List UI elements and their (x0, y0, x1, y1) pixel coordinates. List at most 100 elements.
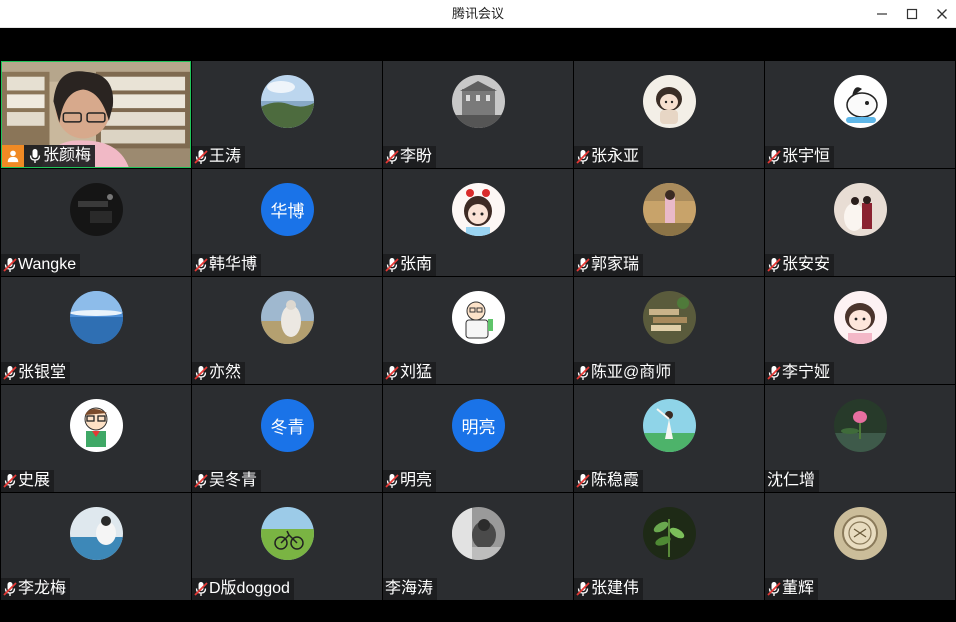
participant-name: 张建伟 (591, 580, 640, 597)
participant-name-tag: 韩华博 (192, 254, 262, 276)
participant-tile[interactable]: 李盼 (383, 61, 573, 168)
microphone-muted-icon (576, 258, 590, 272)
minimize-icon (877, 13, 887, 15)
meeting-bottom-bar (0, 601, 956, 622)
participant-name-tag: 吴冬青 (192, 470, 262, 492)
participant-name: 张永亚 (591, 148, 640, 165)
participant-name: 韩华博 (209, 256, 258, 273)
participant-name-tag: 史展 (1, 470, 55, 492)
participant-avatar-initials: 明亮 (452, 399, 505, 452)
microphone-muted-icon (194, 582, 208, 596)
microphone-muted-icon (767, 366, 781, 380)
participant-tile[interactable]: 史展 (1, 385, 191, 492)
participant-avatar (70, 183, 123, 236)
participant-tile[interactable]: 张安安 (765, 169, 955, 276)
microphone-muted-icon (767, 150, 781, 164)
participant-name: 刘猛 (400, 364, 433, 381)
microphone-muted-icon (385, 150, 399, 164)
minimize-button[interactable] (867, 0, 897, 28)
microphone-muted-icon (194, 366, 208, 380)
participant-name-tag: 李龙梅 (1, 578, 71, 600)
participant-name: 李盼 (400, 148, 433, 165)
microphone-muted-icon (194, 258, 208, 272)
participant-tile[interactable]: 董辉 (765, 493, 955, 600)
participant-tile[interactable]: 陈稳霞 (574, 385, 764, 492)
participant-name-tag: 张南 (383, 254, 437, 276)
participant-avatar (643, 75, 696, 128)
close-button[interactable] (927, 0, 956, 28)
participant-tile[interactable]: 张永亚 (574, 61, 764, 168)
participant-name: 沈仁增 (767, 472, 816, 489)
participant-tile[interactable]: 张建伟 (574, 493, 764, 600)
participant-name-tag: 李盼 (383, 146, 437, 168)
participant-name-tag: 张颜梅 (2, 145, 96, 167)
participant-name: Wangke (18, 256, 77, 273)
participant-name-tag: 张安安 (765, 254, 835, 276)
participant-name-tag: 王涛 (192, 146, 246, 168)
participant-tile[interactable]: 李宁娅 (765, 277, 955, 384)
participant-grid: 张颜梅 王涛 李盼 张永亚 张宇恒 Wangke 华博 韩华博 张南 郭家瑞 张… (1, 61, 956, 601)
participant-tile[interactable]: 明亮 明亮 (383, 385, 573, 492)
participant-tile[interactable]: 张银堂 (1, 277, 191, 384)
participant-name: 张南 (400, 256, 433, 273)
participant-name-tag: 亦然 (192, 362, 246, 384)
microphone-muted-icon (385, 366, 399, 380)
participant-name: 王涛 (209, 148, 242, 165)
participant-name-tag: 张建伟 (574, 578, 644, 600)
participant-name: 吴冬青 (209, 472, 258, 489)
participant-tile[interactable]: 张宇恒 (765, 61, 955, 168)
participant-name: 董辉 (782, 580, 815, 597)
participant-name: 郭家瑞 (591, 256, 640, 273)
participant-avatar (834, 399, 887, 452)
participant-tile[interactable]: 李龙梅 (1, 493, 191, 600)
microphone-muted-icon (3, 582, 17, 596)
microphone-muted-icon (3, 474, 17, 488)
participant-avatar (70, 399, 123, 452)
participant-tile[interactable]: D版doggod (192, 493, 382, 600)
participant-tile[interactable]: 陈亚@商师 (574, 277, 764, 384)
meeting-top-bar (0, 28, 956, 61)
participant-tile[interactable]: 张南 (383, 169, 573, 276)
participant-tile[interactable]: 沈仁增 (765, 385, 955, 492)
microphone-muted-icon (385, 474, 399, 488)
participant-avatar (834, 183, 887, 236)
participant-name: 张银堂 (18, 364, 67, 381)
maximize-icon (906, 8, 918, 20)
participant-name-tag: 沈仁增 (765, 470, 820, 492)
participant-name: 亦然 (209, 364, 242, 381)
participant-avatar (70, 291, 123, 344)
maximize-button[interactable] (897, 0, 927, 28)
participant-avatar (643, 183, 696, 236)
participant-tile[interactable]: 冬青 吴冬青 (192, 385, 382, 492)
participant-tile[interactable]: 张颜梅 (1, 61, 191, 168)
participant-name: 李海涛 (385, 580, 434, 597)
participant-name: 张颜梅 (43, 147, 92, 164)
participant-name: 张宇恒 (782, 148, 831, 165)
participant-name-tag: 李宁娅 (765, 362, 835, 384)
participant-name: D版doggod (209, 580, 290, 597)
participant-name: 张安安 (782, 256, 831, 273)
participant-tile[interactable]: Wangke (1, 169, 191, 276)
participant-name-tag: 张永亚 (574, 146, 644, 168)
participant-tile[interactable]: 李海涛 (383, 493, 573, 600)
microphone-muted-icon (576, 474, 590, 488)
microphone-muted-icon (576, 150, 590, 164)
participant-tile[interactable]: 华博 韩华博 (192, 169, 382, 276)
participant-avatar (834, 75, 887, 128)
participant-tile[interactable]: 亦然 (192, 277, 382, 384)
participant-avatar (261, 507, 314, 560)
participant-name: 明亮 (400, 472, 433, 489)
microphone-muted-icon (576, 366, 590, 380)
participant-name-tag: 明亮 (383, 470, 437, 492)
participant-name: 陈稳霞 (591, 472, 640, 489)
participant-tile[interactable]: 刘猛 (383, 277, 573, 384)
participant-avatar (261, 291, 314, 344)
participant-avatar (261, 75, 314, 128)
microphone-icon (29, 149, 41, 163)
participant-tile[interactable]: 王涛 (192, 61, 382, 168)
participant-avatar (834, 291, 887, 344)
participant-name-tag: 张宇恒 (765, 146, 835, 168)
participant-name: 李龙梅 (18, 580, 67, 597)
participant-tile[interactable]: 郭家瑞 (574, 169, 764, 276)
microphone-muted-icon (385, 258, 399, 272)
